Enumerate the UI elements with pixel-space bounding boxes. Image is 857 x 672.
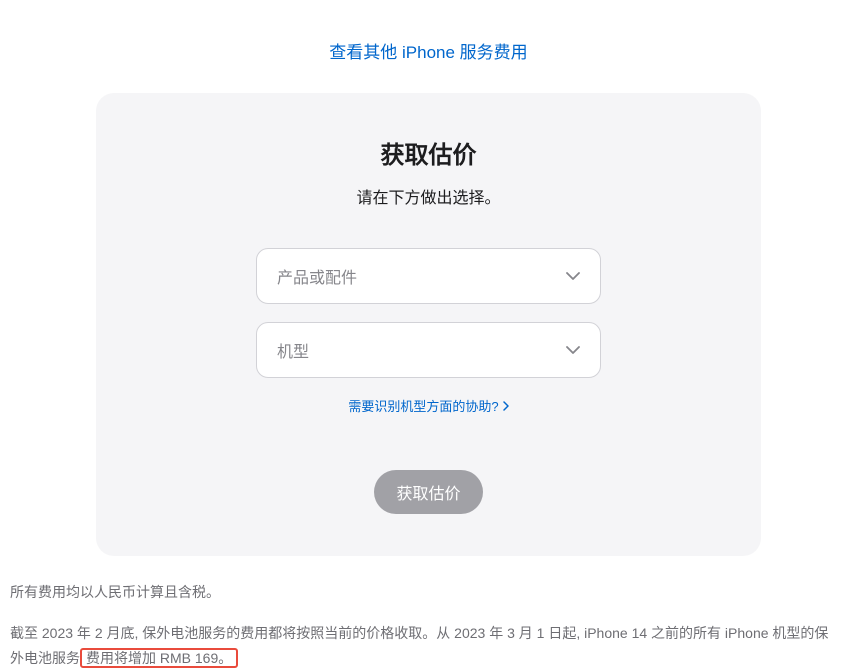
price-increase-highlight: 费用将增加 RMB 169。 [80, 648, 238, 668]
view-other-services-link[interactable]: 查看其他 iPhone 服务费用 [329, 43, 527, 62]
chevron-right-icon [503, 401, 509, 411]
model-select[interactable]: 机型 [256, 322, 601, 378]
help-link-label: 需要识别机型方面的协助? [348, 396, 498, 415]
chevron-down-icon [566, 346, 580, 354]
product-select-placeholder: 产品或配件 [277, 264, 566, 288]
identify-model-help-link[interactable]: 需要识别机型方面的协助? [348, 396, 508, 415]
product-select[interactable]: 产品或配件 [256, 248, 601, 304]
estimate-card: 获取估价 请在下方做出选择。 产品或配件 机型 需要识别机型方面的协助? 获取估… [96, 93, 761, 556]
footnotes: 所有费用均以人民币计算且含税。 截至 2023 年 2 月底, 保外电池服务的费… [10, 580, 830, 672]
footnote-pricing: 截至 2023 年 2 月底, 保外电池服务的费用都将按照当前的价格收取。从 2… [10, 621, 830, 671]
get-estimate-button[interactable]: 获取估价 [374, 470, 482, 514]
card-title: 获取估价 [96, 135, 761, 170]
model-select-placeholder: 机型 [277, 338, 566, 362]
chevron-down-icon [566, 272, 580, 280]
card-subtitle: 请在下方做出选择。 [96, 184, 761, 208]
footnote-currency: 所有费用均以人民币计算且含税。 [10, 580, 830, 605]
